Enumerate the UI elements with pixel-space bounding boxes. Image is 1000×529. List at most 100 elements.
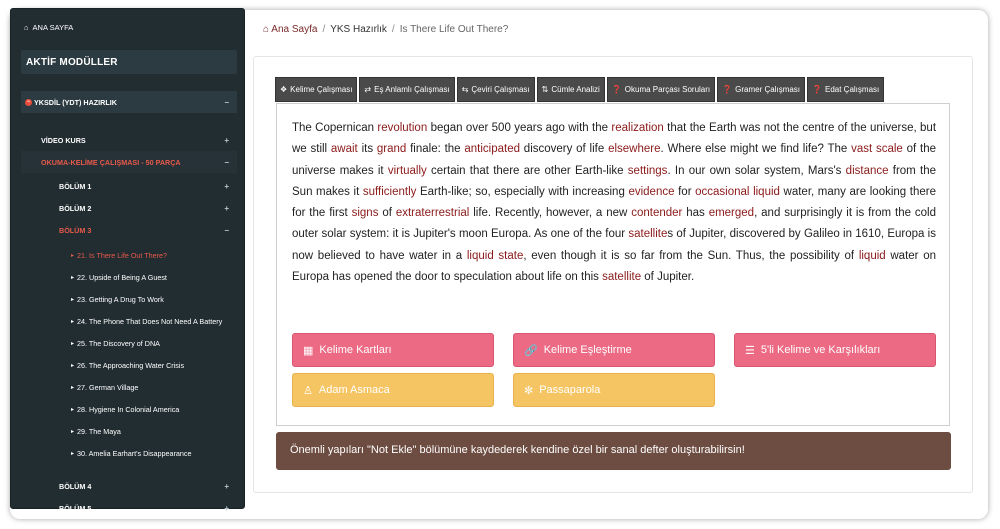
sidebar-lesson-22[interactable]: ▸ 22. Upside of Being A Guest (21, 266, 237, 288)
passage-text: , even though it is so far from the Sun.… (523, 249, 859, 262)
tab-label: Kelime Çalışması (290, 85, 353, 94)
tab-okuma-sorulari[interactable]: ❓ Okuma Parçası Soruları (606, 77, 716, 102)
passage-text: The Copernican (292, 122, 378, 134)
sidebar-item-label: BÖLÜM 4 (59, 481, 92, 491)
keyword-link[interactable]: signs (352, 207, 379, 219)
keyword-link[interactable]: elsewhere (608, 143, 660, 155)
shuffle-icon: ⇄ (364, 85, 372, 94)
sidebar-lesson-label: 21. Is There Life Out There? (77, 250, 168, 260)
sidebar-item-bolum-1[interactable]: BÖLÜM 1 + (21, 175, 237, 197)
breadcrumb-yks[interactable]: YKS Hazırlık (330, 24, 387, 35)
keyword-link[interactable]: grand (377, 143, 406, 155)
sidebar-lesson-28[interactable]: ▸ 28. Hygiene In Colonial America (21, 398, 237, 420)
collapse-icon[interactable]: − (224, 226, 229, 235)
puzzle-icon: ❖ (280, 85, 288, 94)
sort-icon: ⇅ (541, 85, 549, 94)
passage-text: has (682, 207, 709, 220)
sidebar-item-bolum-5[interactable]: BÖLÜM 5 + (21, 497, 237, 519)
sidebar-lesson-24[interactable]: ▸ 24. The Phone That Does Not Need A Batt… (21, 310, 237, 332)
keyword-link[interactable]: contender (631, 207, 682, 219)
breadcrumb-home[interactable]: ⌂ Ana Sayfa (263, 24, 317, 35)
grid-icon: ▦ (303, 344, 314, 357)
keyword-link[interactable]: anticipated (464, 143, 520, 155)
tab-cumle-analizi[interactable]: ⇅ Cümle Analizi (536, 77, 605, 102)
passage-text: for (674, 185, 696, 198)
keyword-link[interactable]: satellite (628, 228, 667, 240)
sidebar-item-reading[interactable]: OKUMA-KELİME ÇALIŞMASI - 50 PARÇA − (21, 151, 237, 173)
word-matching-button[interactable]: 🔗 Kelime Eşleştirme (513, 333, 715, 367)
question-icon: ❓ (611, 85, 622, 94)
keyword-link[interactable]: extraterrestrial (396, 207, 470, 219)
sidebar-lesson-30[interactable]: ▸ 30. Amelia Earhart's Disappearance (21, 442, 237, 464)
passaparola-button[interactable]: ✼ Passaparola (513, 373, 715, 407)
passage-text: its (357, 143, 377, 156)
keyword-link[interactable]: liquid (859, 250, 886, 262)
keyword-link[interactable]: realization (611, 122, 663, 134)
minus-circle-icon: − (25, 98, 32, 106)
expand-icon[interactable]: + (224, 204, 229, 213)
sidebar: ⌂ ANA SAYFA AKTİF MODÜLLER − YKSDİL (YDT… (10, 8, 245, 513)
caret-right-icon: ▸ (71, 428, 75, 435)
flashcards-button[interactable]: ▦ Kelime Kartları (292, 333, 494, 367)
tab-gramer[interactable]: ❓ Gramer Çalışması (717, 77, 806, 102)
tab-kelime-calismasi[interactable]: ❖ Kelime Çalışması (275, 77, 358, 102)
sidebar-item-label: YKSDİL (YDT) HAZIRLIK (34, 97, 117, 107)
passage-text: began over 500 years ago with the (427, 122, 612, 134)
tab-label: Eş Anlamlı Çalışması (374, 85, 450, 94)
breadcrumb-current: Is There Life Out There? (399, 24, 509, 35)
sidebar-lesson-27[interactable]: ▸ 27. German Village (21, 376, 237, 398)
expand-icon[interactable]: + (224, 504, 229, 513)
keyword-link[interactable]: settings (628, 165, 668, 177)
tab-es-anlamli[interactable]: ⇄ Eş Anlamlı Çalışması (359, 77, 455, 102)
tab-ceviri[interactable]: ⇆ Çeviri Çalışması (456, 77, 535, 102)
expand-icon[interactable]: + (224, 136, 229, 145)
hangman-button[interactable]: ♙ Adam Asmaca (292, 373, 494, 407)
five-words-button[interactable]: ☰ 5'li Kelime ve Karşılıkları (734, 333, 936, 367)
home-icon: ⌂ (24, 23, 29, 32)
user-icon: ♙ (303, 384, 313, 397)
tab-label: Edat Çalışması (825, 85, 880, 94)
sidebar-item-bolum-3[interactable]: BÖLÜM 3 − (21, 219, 237, 241)
question-icon: ❓ (812, 85, 822, 94)
tab-edat[interactable]: ❓ Edat Çalışması (807, 77, 885, 102)
sidebar-lesson-26[interactable]: ▸ 26. The Approaching Water Crisis (21, 354, 237, 376)
keyword-link[interactable]: await (331, 143, 358, 155)
sidebar-lesson-25[interactable]: ▸ 25. The Discovery of DNA (21, 332, 237, 354)
caret-right-icon: ▸ (71, 318, 75, 325)
sidebar-item-bolum-4[interactable]: BÖLÜM 4 + (21, 475, 237, 497)
collapse-icon[interactable]: − (224, 98, 229, 107)
keyword-link[interactable]: distance (846, 165, 889, 177)
keyword-link[interactable]: liquid state (467, 250, 524, 262)
keyword-link[interactable]: evidence (628, 186, 674, 198)
keyword-link[interactable]: satellite (602, 271, 641, 283)
sidebar-lesson-label: 25. The Discovery of DNA (77, 338, 160, 348)
keyword-link[interactable]: emerged (709, 207, 754, 219)
link-icon: 🔗 (524, 344, 538, 357)
sidebar-lesson-label: 30. Amelia Earhart's Disappearance (77, 448, 192, 458)
sidebar-lesson-21[interactable]: ▸ 21. Is There Life Out There? (21, 244, 237, 266)
sidebar-item-yksdil[interactable]: − YKSDİL (YDT) HAZIRLIK − (21, 91, 237, 113)
breadcrumb-separator: / (391, 24, 395, 35)
sidebar-lesson-23[interactable]: ▸ 23. Getting A Drug To Work (21, 288, 237, 310)
sidebar-home-label: ANA SAYFA (32, 23, 74, 32)
breadcrumb-home-label: Ana Sayfa (271, 24, 318, 35)
expand-icon[interactable]: + (224, 482, 229, 491)
sidebar-lesson-label: 24. The Phone That Does Not Need A Batte… (77, 316, 223, 326)
collapse-icon[interactable]: − (224, 158, 229, 167)
keyword-link[interactable]: virtually (388, 165, 427, 177)
sidebar-lesson-29[interactable]: ▸ 29. The Maya (21, 420, 237, 442)
keyword-link[interactable]: occasional liquid (695, 186, 780, 198)
keyword-link[interactable]: vast scale (851, 143, 903, 155)
sidebar-item-bolum-2[interactable]: BÖLÜM 2 + (21, 197, 237, 219)
passage-text: discovery of life (520, 143, 609, 156)
sidebar-item-video[interactable]: VİDEO KURS + (21, 129, 237, 151)
sidebar-home-link[interactable]: ⌂ ANA SAYFA (24, 23, 73, 32)
list-icon: ☰ (745, 344, 755, 357)
expand-icon[interactable]: + (224, 182, 229, 191)
breadcrumb: ⌂ Ana Sayfa / YKS Hazırlık / Is There Li… (263, 24, 508, 35)
keyword-link[interactable]: sufficiently (363, 186, 416, 198)
passage-text: finale: the (406, 143, 465, 156)
flashcards-label: Kelime Kartları (319, 344, 392, 356)
sidebar-item-label: BÖLÜM 1 (59, 181, 92, 191)
keyword-link[interactable]: revolution (377, 122, 427, 134)
